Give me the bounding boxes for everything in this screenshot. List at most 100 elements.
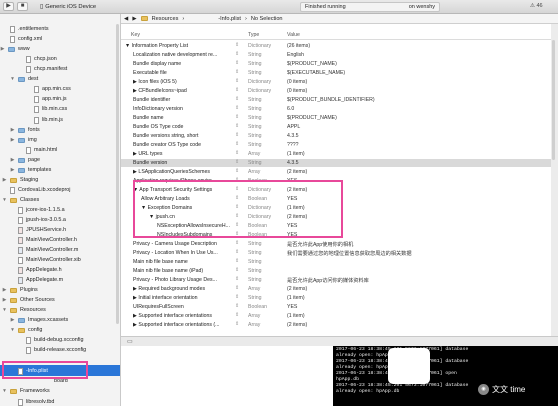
plist-key[interactable]: ▶ URL types [133, 151, 162, 157]
plist-key[interactable]: Bundle identifier [133, 97, 170, 103]
disclosure-open-icon[interactable]: ▼ [10, 328, 15, 333]
plist-row[interactable]: Main nib file base name ⇕ String [121, 258, 551, 266]
plist-value[interactable]: (1 item) [287, 313, 305, 319]
plist-row[interactable]: Privacy - Photo Library Usage Des... ⇕ Str… [121, 276, 551, 284]
plist-row[interactable]: Privacy - Location When In Use Us... ⇕ Str… [121, 249, 551, 257]
stepper-icon[interactable]: ⇕ [235, 70, 239, 75]
plist-type[interactable]: String [248, 133, 262, 139]
plist-type[interactable]: String [248, 160, 262, 166]
stepper-icon[interactable]: ⇕ [235, 97, 239, 102]
disclosure-open-icon[interactable]: ▼ [2, 198, 7, 203]
navigator-item[interactable]: ▼ dest [10, 74, 38, 84]
forward-icon[interactable]: ▶ [132, 16, 136, 22]
plist-key[interactable]: ▶ Supported interface orientations (... [133, 322, 219, 328]
navigator-item[interactable]: ▼ config [10, 325, 42, 335]
plist-value[interactable]: $(PRODUCT_BUNDLE_IDENTIFIER) [287, 97, 375, 103]
stepper-icon[interactable]: ⇕ [235, 52, 239, 57]
stepper-icon[interactable]: ⇕ [235, 160, 239, 165]
navigator-item[interactable]: jpush-ios-3.0.5.a [10, 215, 66, 225]
plist-key[interactable]: Privacy - Photo Library Usage Des... [133, 277, 217, 283]
plist-key[interactable]: ▶ CFBundleIcons~ipad [133, 88, 187, 94]
plist-row[interactable]: Bundle display name ⇕ String $(PRODUCT_NAME… [121, 60, 551, 68]
stepper-icon[interactable]: ⇕ [235, 43, 239, 48]
plist-value[interactable]: (2 items) [287, 322, 307, 328]
back-icon[interactable]: ◀ [124, 16, 128, 22]
navigator-item[interactable]: config.xml [2, 34, 42, 44]
stepper-icon[interactable]: ⇕ [235, 124, 239, 129]
plist-row[interactable]: Bundle identifier ⇕ String $(PRODUCT_BUNDLE… [121, 96, 551, 104]
plist-row[interactable]: Bundle versions string, short ⇕ String 4.3.… [121, 132, 551, 140]
key-column-header[interactable]: Key [131, 32, 140, 38]
navigator-item[interactable]: JPUSHService.h [10, 225, 66, 235]
navigator-item[interactable]: ▶ Images.xcassets [10, 315, 69, 325]
plist-key[interactable]: UIRequiresFullScreen [133, 304, 184, 310]
plist-row[interactable]: Localization native development re... ⇕ St… [121, 51, 551, 59]
plist-row[interactable]: Main nib file base name (iPad) ⇕ String [121, 267, 551, 275]
navigator-item[interactable]: ▶ www [0, 44, 30, 54]
plist-row[interactable]: ▶ URL types ⇕ Array (1 item) [121, 150, 551, 158]
plist-row[interactable]: UIRequiresFullScreen ⇕ Boolean YES [121, 303, 551, 311]
plist-key[interactable]: Privacy - Location When In Use Us... [133, 250, 218, 256]
plist-value[interactable]: $(EXECUTABLE_NAME) [287, 70, 345, 76]
plist-type[interactable]: String [248, 115, 262, 121]
plist-value[interactable]: 是否允许此App访问你的媒体资料库 [287, 277, 369, 284]
plist-value[interactable]: 是否允许此App使用你的相机 [287, 241, 353, 248]
stepper-icon[interactable]: ⇕ [235, 79, 239, 84]
stepper-icon[interactable]: ⇕ [235, 241, 239, 246]
plist-type[interactable]: Array [248, 322, 260, 328]
value-column-header[interactable]: Value [287, 32, 300, 38]
breadcrumb-file[interactable]: -Info.plist [218, 16, 241, 22]
plist-type[interactable]: String [248, 250, 262, 256]
plist-key[interactable]: ▶ Icon files (iOS 5) [133, 79, 177, 85]
disclosure-closed-icon[interactable]: ▶ [10, 318, 15, 323]
plist-type[interactable]: String [248, 52, 262, 58]
warning-count[interactable]: ⚠ 46 [530, 3, 543, 9]
navigator-item[interactable]: app.min.css [26, 84, 71, 94]
navigator-item[interactable]: ▶ Staging [2, 175, 39, 185]
plist-type[interactable]: Dictionary [248, 43, 271, 49]
plist-type[interactable]: String [248, 106, 262, 112]
plist-value[interactable]: ???? [287, 142, 299, 148]
plist-type[interactable]: String [248, 97, 262, 103]
navigator-item[interactable]: build-release.xcconfig [18, 345, 86, 355]
plist-key[interactable]: Bundle creator OS Type code [133, 142, 201, 148]
disclosure-open-icon[interactable]: ▼ [2, 389, 7, 394]
plist-row[interactable]: ▶ Initial interface orientation ⇕ String (1… [121, 294, 551, 302]
disclosure-open-icon[interactable]: ▼ [10, 77, 15, 82]
stepper-icon[interactable]: ⇕ [235, 259, 239, 264]
plist-key[interactable]: Bundle display name [133, 61, 181, 67]
hide-debug-icon[interactable]: ▭ [127, 338, 133, 345]
navigator-item[interactable]: main.html [18, 145, 57, 155]
breadcrumb-selection[interactable]: No Selection [251, 16, 283, 22]
plist-value[interactable]: English [287, 52, 304, 58]
navigator-item[interactable]: CordovaLib.xcodeproj [2, 185, 70, 195]
plist-value[interactable]: (2 items) [287, 286, 307, 292]
plist-type[interactable]: Dictionary [248, 79, 271, 85]
disclosure-closed-icon[interactable]: ▶ [0, 47, 5, 52]
navigator-item[interactable]: chcp.manifest [18, 64, 67, 74]
plist-row[interactable]: Bundle OS Type code ⇕ String APPL [121, 123, 551, 131]
stepper-icon[interactable]: ⇕ [235, 304, 239, 309]
breadcrumb-folder[interactable]: Resources [152, 16, 179, 22]
plist-type[interactable]: String [248, 70, 262, 76]
navigator-item[interactable]: app.min.js [26, 94, 67, 104]
plist-type[interactable]: String [248, 124, 262, 130]
editor-scrollbar[interactable] [552, 40, 555, 160]
plist-row[interactable]: InfoDictionary version ⇕ String 6.0 [121, 105, 551, 113]
plist-row[interactable]: Privacy - Camera Usage Description ⇕ Strin… [121, 240, 551, 248]
navigator-scrollbar[interactable] [116, 24, 119, 324]
navigator-item[interactable]: ▼ Classes [2, 195, 39, 205]
navigator-item[interactable]: MainViewController.m [10, 245, 78, 255]
stop-button[interactable]: ■ [17, 2, 28, 11]
plist-value[interactable]: 6.0 [287, 106, 294, 112]
disclosure-closed-icon[interactable]: ▶ [2, 298, 7, 303]
disclosure-closed-icon[interactable]: ▶ [10, 138, 15, 143]
navigator-item[interactable]: lib.min.js [26, 115, 63, 125]
stepper-icon[interactable]: ⇕ [235, 277, 239, 282]
navigator-item[interactable]: ▶ page [10, 155, 40, 165]
navigator-item[interactable]: build-debug.xcconfig [18, 335, 83, 345]
disclosure-closed-icon[interactable]: ▶ [10, 168, 15, 173]
plist-type[interactable]: String [248, 268, 262, 274]
stepper-icon[interactable]: ⇕ [235, 115, 239, 120]
stepper-icon[interactable]: ⇕ [235, 133, 239, 138]
